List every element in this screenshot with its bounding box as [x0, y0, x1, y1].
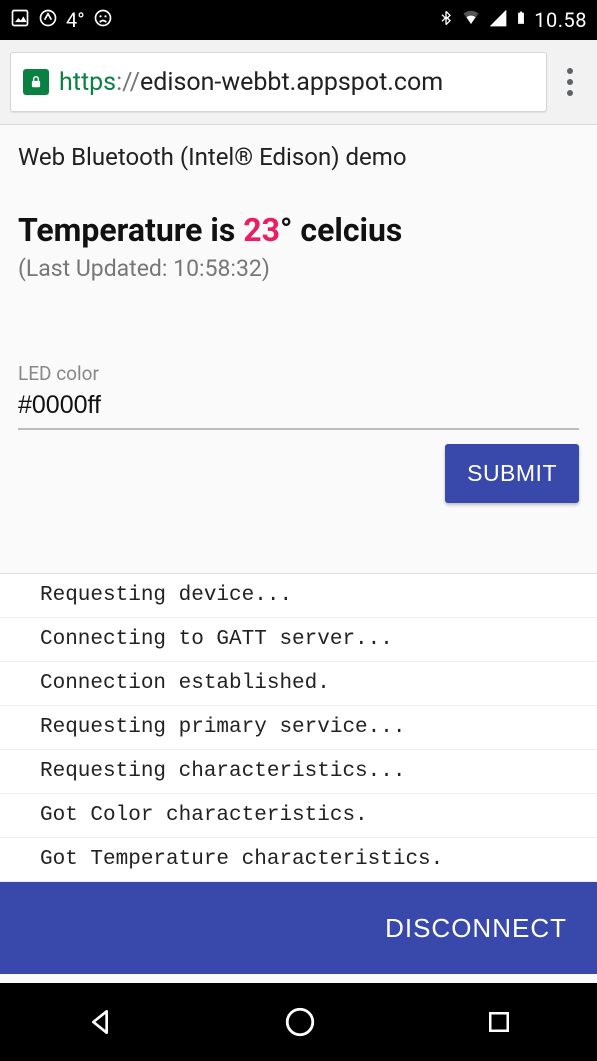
android-nav-bar [0, 983, 597, 1061]
log-line: Requesting characteristics... [0, 750, 597, 794]
log-line: Requesting primary service... [0, 706, 597, 750]
lock-icon [23, 69, 49, 95]
circle-outline-icon [38, 8, 58, 33]
url-host: edison-webbt.appspot.com [140, 68, 443, 97]
last-updated: (Last Updated: 10:58:32) [18, 255, 579, 282]
battery-icon [514, 7, 528, 34]
log-line: Connection established. [0, 662, 597, 706]
url-text: https://edison-webbt.appspot.com [59, 68, 443, 97]
log-line: Got Color characteristics. [0, 794, 597, 838]
android-status-bar: 4° 10.58 [0, 0, 597, 40]
page-content: Web Bluetooth (Intel® Edison) demo Tempe… [0, 125, 597, 983]
led-color-label: LED color [18, 362, 579, 385]
temperature-value: 23 [243, 211, 280, 249]
nav-home-button[interactable] [283, 1005, 317, 1039]
temperature-prefix: Temperature is [18, 211, 243, 249]
submit-button[interactable]: SUBMIT [445, 444, 579, 503]
log-line: Connecting to GATT server... [0, 618, 597, 662]
url-scheme: https [59, 68, 116, 97]
demo-title: Web Bluetooth (Intel® Edison) demo [18, 143, 579, 171]
cellular-icon [488, 8, 508, 33]
log-list: Requesting device... Connecting to GATT … [0, 573, 597, 882]
temperature-heading: Temperature is 23° celcius [18, 211, 579, 249]
log-line: Requesting device... [0, 574, 597, 618]
status-clock: 10.58 [534, 8, 587, 32]
address-bar[interactable]: https://edison-webbt.appspot.com [10, 52, 547, 112]
url-separator: :// [116, 68, 140, 97]
log-line: Got Temperature characteristics. [0, 838, 597, 882]
temperature-suffix: ° celcius [280, 211, 402, 249]
disconnect-button[interactable]: DISCONNECT [385, 913, 567, 944]
bluetooth-icon [438, 7, 454, 34]
wifi-icon [460, 8, 482, 32]
weather-temperature: 4° [66, 8, 85, 32]
browser-toolbar: https://edison-webbt.appspot.com [0, 40, 597, 125]
footer-action-bar: DISCONNECT [0, 882, 597, 974]
led-color-input[interactable] [18, 385, 579, 430]
image-icon [10, 8, 30, 33]
nav-recents-button[interactable] [484, 1007, 514, 1037]
sad-face-icon [93, 8, 113, 33]
nav-back-button[interactable] [84, 1006, 116, 1038]
browser-menu-button[interactable] [547, 68, 587, 96]
